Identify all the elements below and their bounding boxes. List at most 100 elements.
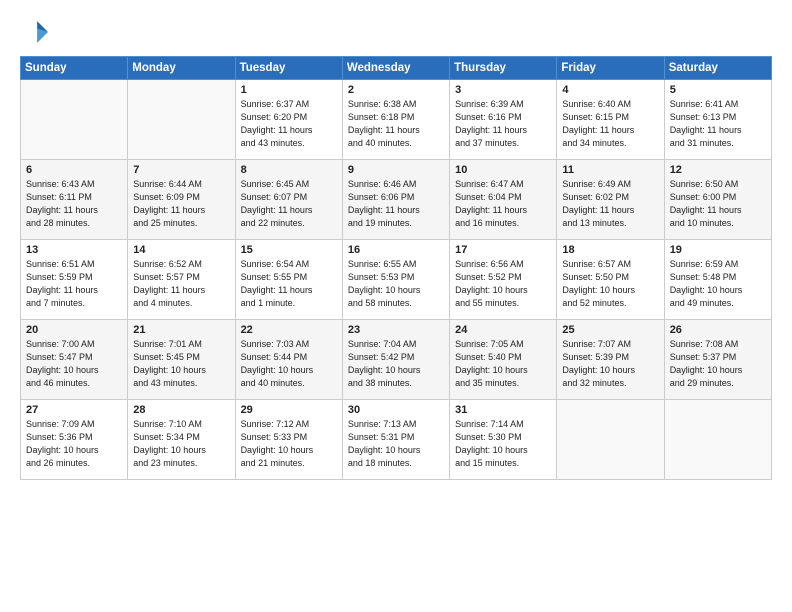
calendar-week-row: 20 Sunrise: 7:00 AM Sunset: 5:47 PM Dayli… xyxy=(21,320,772,400)
logo-icon xyxy=(20,18,48,46)
day-number: 20 xyxy=(26,324,122,336)
day-info: Sunrise: 7:10 AM Sunset: 5:34 PM Dayligh… xyxy=(133,418,229,470)
day-info: Sunrise: 6:55 AM Sunset: 5:53 PM Dayligh… xyxy=(348,258,444,310)
calendar-cell: 2Sunrise: 6:38 AM Sunset: 6:18 PM Daylig… xyxy=(342,80,449,160)
calendar-cell: 25 Sunrise: 7:07 AM Sunset: 5:39 PM Dayli… xyxy=(557,320,664,400)
calendar-week-row: 13 Sunrise: 6:51 AM Sunset: 5:59 PM Dayli… xyxy=(21,240,772,320)
day-number: 27 xyxy=(26,404,122,416)
calendar-cell: 22 Sunrise: 7:03 AM Sunset: 5:44 PM Dayli… xyxy=(235,320,342,400)
calendar-week-row: 6 Sunrise: 6:43 AM Sunset: 6:11 PM Daylig… xyxy=(21,160,772,240)
day-info: Sunrise: 6:41 AM Sunset: 6:13 PM Dayligh… xyxy=(670,98,766,150)
day-number: 30 xyxy=(348,404,444,416)
day-number: 31 xyxy=(455,404,551,416)
day-of-week-header: Saturday xyxy=(664,57,771,80)
day-info: Sunrise: 6:40 AM Sunset: 6:15 PM Dayligh… xyxy=(562,98,658,150)
calendar-week-row: 1 Sunrise: 6:37 AM Sunset: 6:20 PM Daylig… xyxy=(21,80,772,160)
day-of-week-header: Sunday xyxy=(21,57,128,80)
day-number: 26 xyxy=(670,324,766,336)
day-info: Sunrise: 7:05 AM Sunset: 5:40 PM Dayligh… xyxy=(455,338,551,390)
day-number: 5 xyxy=(670,84,766,96)
calendar-cell: 23Sunrise: 7:04 AM Sunset: 5:42 PM Dayli… xyxy=(342,320,449,400)
calendar-cell: 16 Sunrise: 6:55 AM Sunset: 5:53 PM Dayli… xyxy=(342,240,449,320)
day-info: Sunrise: 7:00 AM Sunset: 5:47 PM Dayligh… xyxy=(26,338,122,390)
calendar-cell xyxy=(557,400,664,480)
day-number: 14 xyxy=(133,244,229,256)
calendar-cell: 12Sunrise: 6:50 AM Sunset: 6:00 PM Dayli… xyxy=(664,160,771,240)
day-number: 15 xyxy=(241,244,337,256)
day-number: 24 xyxy=(455,324,551,336)
day-number: 7 xyxy=(133,164,229,176)
day-info: Sunrise: 7:07 AM Sunset: 5:39 PM Dayligh… xyxy=(562,338,658,390)
day-number: 16 xyxy=(348,244,444,256)
day-number: 21 xyxy=(133,324,229,336)
calendar-cell: 19Sunrise: 6:59 AM Sunset: 5:48 PM Dayli… xyxy=(664,240,771,320)
day-of-week-header: Monday xyxy=(128,57,235,80)
day-info: Sunrise: 6:52 AM Sunset: 5:57 PM Dayligh… xyxy=(133,258,229,310)
day-number: 6 xyxy=(26,164,122,176)
day-info: Sunrise: 6:43 AM Sunset: 6:11 PM Dayligh… xyxy=(26,178,122,230)
day-info: Sunrise: 6:44 AM Sunset: 6:09 PM Dayligh… xyxy=(133,178,229,230)
calendar-cell xyxy=(21,80,128,160)
day-info: Sunrise: 6:51 AM Sunset: 5:59 PM Dayligh… xyxy=(26,258,122,310)
calendar-cell: 7 Sunrise: 6:44 AM Sunset: 6:09 PM Daylig… xyxy=(128,160,235,240)
calendar-cell: 8 Sunrise: 6:45 AM Sunset: 6:07 PM Daylig… xyxy=(235,160,342,240)
calendar-cell: 14 Sunrise: 6:52 AM Sunset: 5:57 PM Dayli… xyxy=(128,240,235,320)
day-of-week-header: Wednesday xyxy=(342,57,449,80)
calendar-cell: 1 Sunrise: 6:37 AM Sunset: 6:20 PM Daylig… xyxy=(235,80,342,160)
day-number: 23 xyxy=(348,324,444,336)
calendar-cell: 20 Sunrise: 7:00 AM Sunset: 5:47 PM Dayli… xyxy=(21,320,128,400)
calendar-cell: 30Sunrise: 7:13 AM Sunset: 5:31 PM Dayli… xyxy=(342,400,449,480)
day-info: Sunrise: 6:50 AM Sunset: 6:00 PM Dayligh… xyxy=(670,178,766,230)
day-number: 18 xyxy=(562,244,658,256)
day-number: 13 xyxy=(26,244,122,256)
day-info: Sunrise: 7:12 AM Sunset: 5:33 PM Dayligh… xyxy=(241,418,337,470)
day-info: Sunrise: 6:45 AM Sunset: 6:07 PM Dayligh… xyxy=(241,178,337,230)
calendar-cell: 21 Sunrise: 7:01 AM Sunset: 5:45 PM Dayli… xyxy=(128,320,235,400)
calendar-week-row: 27Sunrise: 7:09 AM Sunset: 5:36 PM Dayli… xyxy=(21,400,772,480)
day-info: Sunrise: 6:37 AM Sunset: 6:20 PM Dayligh… xyxy=(241,98,337,150)
day-of-week-header: Tuesday xyxy=(235,57,342,80)
day-info: Sunrise: 6:47 AM Sunset: 6:04 PM Dayligh… xyxy=(455,178,551,230)
day-info: Sunrise: 7:01 AM Sunset: 5:45 PM Dayligh… xyxy=(133,338,229,390)
day-number: 3 xyxy=(455,84,551,96)
day-number: 28 xyxy=(133,404,229,416)
day-info: Sunrise: 6:54 AM Sunset: 5:55 PM Dayligh… xyxy=(241,258,337,310)
calendar-cell: 11Sunrise: 6:49 AM Sunset: 6:02 PM Dayli… xyxy=(557,160,664,240)
calendar-cell: 28 Sunrise: 7:10 AM Sunset: 5:34 PM Dayli… xyxy=(128,400,235,480)
day-number: 29 xyxy=(241,404,337,416)
calendar-cell: 4Sunrise: 6:40 AM Sunset: 6:15 PM Daylig… xyxy=(557,80,664,160)
calendar-cell: 13 Sunrise: 6:51 AM Sunset: 5:59 PM Dayli… xyxy=(21,240,128,320)
page: SundayMondayTuesdayWednesdayThursdayFrid… xyxy=(0,0,792,612)
day-number: 10 xyxy=(455,164,551,176)
day-number: 19 xyxy=(670,244,766,256)
calendar-table: SundayMondayTuesdayWednesdayThursdayFrid… xyxy=(20,56,772,480)
day-info: Sunrise: 7:03 AM Sunset: 5:44 PM Dayligh… xyxy=(241,338,337,390)
header xyxy=(20,18,772,46)
logo xyxy=(20,18,52,46)
day-info: Sunrise: 6:38 AM Sunset: 6:18 PM Dayligh… xyxy=(348,98,444,150)
day-info: Sunrise: 6:39 AM Sunset: 6:16 PM Dayligh… xyxy=(455,98,551,150)
day-number: 11 xyxy=(562,164,658,176)
day-info: Sunrise: 7:08 AM Sunset: 5:37 PM Dayligh… xyxy=(670,338,766,390)
calendar-cell: 31Sunrise: 7:14 AM Sunset: 5:30 PM Dayli… xyxy=(450,400,557,480)
calendar-cell: 9Sunrise: 6:46 AM Sunset: 6:06 PM Daylig… xyxy=(342,160,449,240)
day-number: 22 xyxy=(241,324,337,336)
day-number: 1 xyxy=(241,84,337,96)
day-number: 8 xyxy=(241,164,337,176)
calendar-cell xyxy=(664,400,771,480)
day-info: Sunrise: 6:56 AM Sunset: 5:52 PM Dayligh… xyxy=(455,258,551,310)
day-number: 25 xyxy=(562,324,658,336)
day-number: 17 xyxy=(455,244,551,256)
calendar-cell: 18 Sunrise: 6:57 AM Sunset: 5:50 PM Dayli… xyxy=(557,240,664,320)
calendar-cell: 29 Sunrise: 7:12 AM Sunset: 5:33 PM Dayli… xyxy=(235,400,342,480)
calendar-cell: 10 Sunrise: 6:47 AM Sunset: 6:04 PM Dayli… xyxy=(450,160,557,240)
calendar-cell: 17 Sunrise: 6:56 AM Sunset: 5:52 PM Dayli… xyxy=(450,240,557,320)
calendar-cell: 24 Sunrise: 7:05 AM Sunset: 5:40 PM Dayli… xyxy=(450,320,557,400)
calendar-cell: 27Sunrise: 7:09 AM Sunset: 5:36 PM Dayli… xyxy=(21,400,128,480)
calendar-cell: 26 Sunrise: 7:08 AM Sunset: 5:37 PM Dayli… xyxy=(664,320,771,400)
day-info: Sunrise: 6:46 AM Sunset: 6:06 PM Dayligh… xyxy=(348,178,444,230)
calendar-header-row: SundayMondayTuesdayWednesdayThursdayFrid… xyxy=(21,57,772,80)
calendar-cell: 6 Sunrise: 6:43 AM Sunset: 6:11 PM Daylig… xyxy=(21,160,128,240)
day-info: Sunrise: 6:57 AM Sunset: 5:50 PM Dayligh… xyxy=(562,258,658,310)
calendar-cell xyxy=(128,80,235,160)
